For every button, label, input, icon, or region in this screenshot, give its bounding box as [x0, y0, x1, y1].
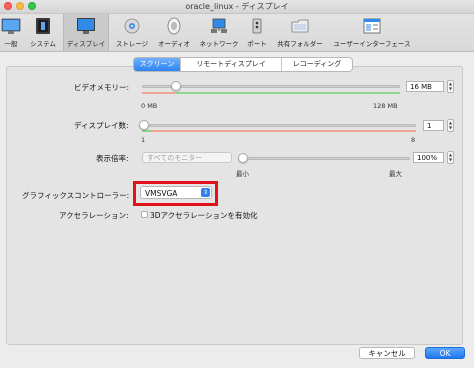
toolbar-label-network: ネットワーク: [199, 40, 239, 48]
window-title: oracle_linux - ディスプレイ: [185, 2, 289, 11]
scale-min: 最小: [236, 170, 249, 178]
toolbar-label-general: 一般: [4, 40, 18, 48]
3d-acceleration-checkbox[interactable]: [141, 211, 148, 218]
toolbar-label-system: システム: [30, 40, 56, 48]
title-bar: oracle_linux - ディスプレイ: [0, 0, 474, 14]
monitor-count-slider-knob[interactable]: [139, 120, 149, 130]
toolbar-item-user-interface[interactable]: ユーザーインターフェース: [330, 14, 414, 51]
video-memory-min: 0 MB: [141, 102, 158, 110]
toolbar-item-network[interactable]: ネットワーク: [197, 14, 241, 51]
tab-recording[interactable]: レコーディング: [282, 58, 352, 71]
video-memory-label: ビデオメモリー:: [74, 83, 130, 92]
acceleration-label: アクセラレーション:: [59, 211, 129, 220]
toolbar-item-audio[interactable]: オーディオ: [155, 14, 193, 51]
toolbar-item-system[interactable]: システム: [28, 14, 58, 51]
scale-max: 最大: [389, 170, 402, 178]
video-memory-max: 128 MB: [373, 102, 398, 110]
tab-screen[interactable]: スクリーン: [134, 58, 181, 71]
monitor-count-bar-red: [152, 130, 416, 132]
video-memory-stepper[interactable]: ▲ ▼: [447, 80, 454, 93]
toolbar-label-storage: ストレージ: [115, 40, 149, 48]
video-memory-input[interactable]: 16 MB: [406, 81, 444, 92]
port-icon: [247, 17, 267, 35]
storage-icon: [122, 17, 142, 35]
monitor-general-icon: [1, 17, 21, 35]
graphics-controller-value: VMSVGA: [145, 189, 178, 198]
network-icon: [209, 17, 229, 35]
cancel-button[interactable]: キャンセル: [359, 347, 415, 359]
toolbar-item-storage[interactable]: ストレージ: [114, 14, 150, 51]
scale-input[interactable]: 100%: [413, 152, 444, 163]
3d-acceleration-label[interactable]: 3Dアクセラレーションを有効化: [150, 210, 258, 221]
scale-slider-knob[interactable]: [238, 153, 248, 163]
toolbar-label-audio: オーディオ: [157, 40, 191, 48]
ui-window-icon: [362, 17, 382, 35]
scale-stepper[interactable]: ▲ ▼: [447, 151, 454, 164]
toolbar-item-shared-folders[interactable]: 共有フォルダー: [276, 14, 324, 51]
monitor-count-min: 1: [141, 136, 146, 144]
chip-icon: [33, 17, 53, 35]
scale-slider-track[interactable]: [238, 157, 410, 160]
ok-button[interactable]: OK: [425, 347, 465, 359]
display-tabs: スクリーン リモートディスプレイ レコーディング: [133, 57, 353, 72]
display-icon: [76, 17, 96, 35]
toolbar-label-display: ディスプレイ: [66, 40, 106, 48]
settings-window: oracle_linux - ディスプレイ 一般 システム ディスプレイ ストレ…: [0, 0, 474, 368]
speaker-icon: [164, 17, 184, 35]
toolbar-label-user-interface: ユーザーインターフェース: [333, 40, 411, 48]
video-memory-slider-knob[interactable]: [171, 81, 181, 91]
scale-label: 表示倍率:: [96, 154, 129, 163]
monitor-count-label: ディスプレイ数:: [74, 121, 129, 130]
monitor-count-input[interactable]: 1: [423, 120, 444, 131]
toolbar-label-ports: ポート: [247, 40, 267, 48]
folder-icon: [290, 17, 310, 35]
chevron-updown-icon: ⇕: [201, 188, 210, 197]
monitor-count-max: 8: [411, 136, 416, 144]
toolbar-item-ports[interactable]: ポート: [244, 14, 270, 51]
settings-toolbar: 一般 システム ディスプレイ ストレージ オーディオ ネットワーク ポート 共有…: [0, 14, 474, 52]
monitor-count-bar-green: [142, 130, 152, 132]
graphics-controller-select[interactable]: VMSVGA ⇕: [140, 186, 212, 199]
video-memory-bar-green: [176, 92, 400, 94]
monitor-count-stepper[interactable]: ▲ ▼: [447, 119, 454, 132]
graphics-controller-label: グラフィックスコントローラー:: [22, 191, 130, 200]
toolbar-item-display[interactable]: ディスプレイ: [63, 14, 109, 51]
scale-monitor-select[interactable]: すべてのモニター: [142, 152, 232, 163]
toolbar-label-shared-folders: 共有フォルダー: [277, 40, 323, 48]
monitor-count-slider-track[interactable]: [142, 124, 416, 127]
video-memory-bar-red: [142, 92, 176, 94]
tab-remote-display[interactable]: リモートディスプレイ: [181, 58, 282, 71]
toolbar-item-general[interactable]: 一般: [0, 14, 22, 51]
